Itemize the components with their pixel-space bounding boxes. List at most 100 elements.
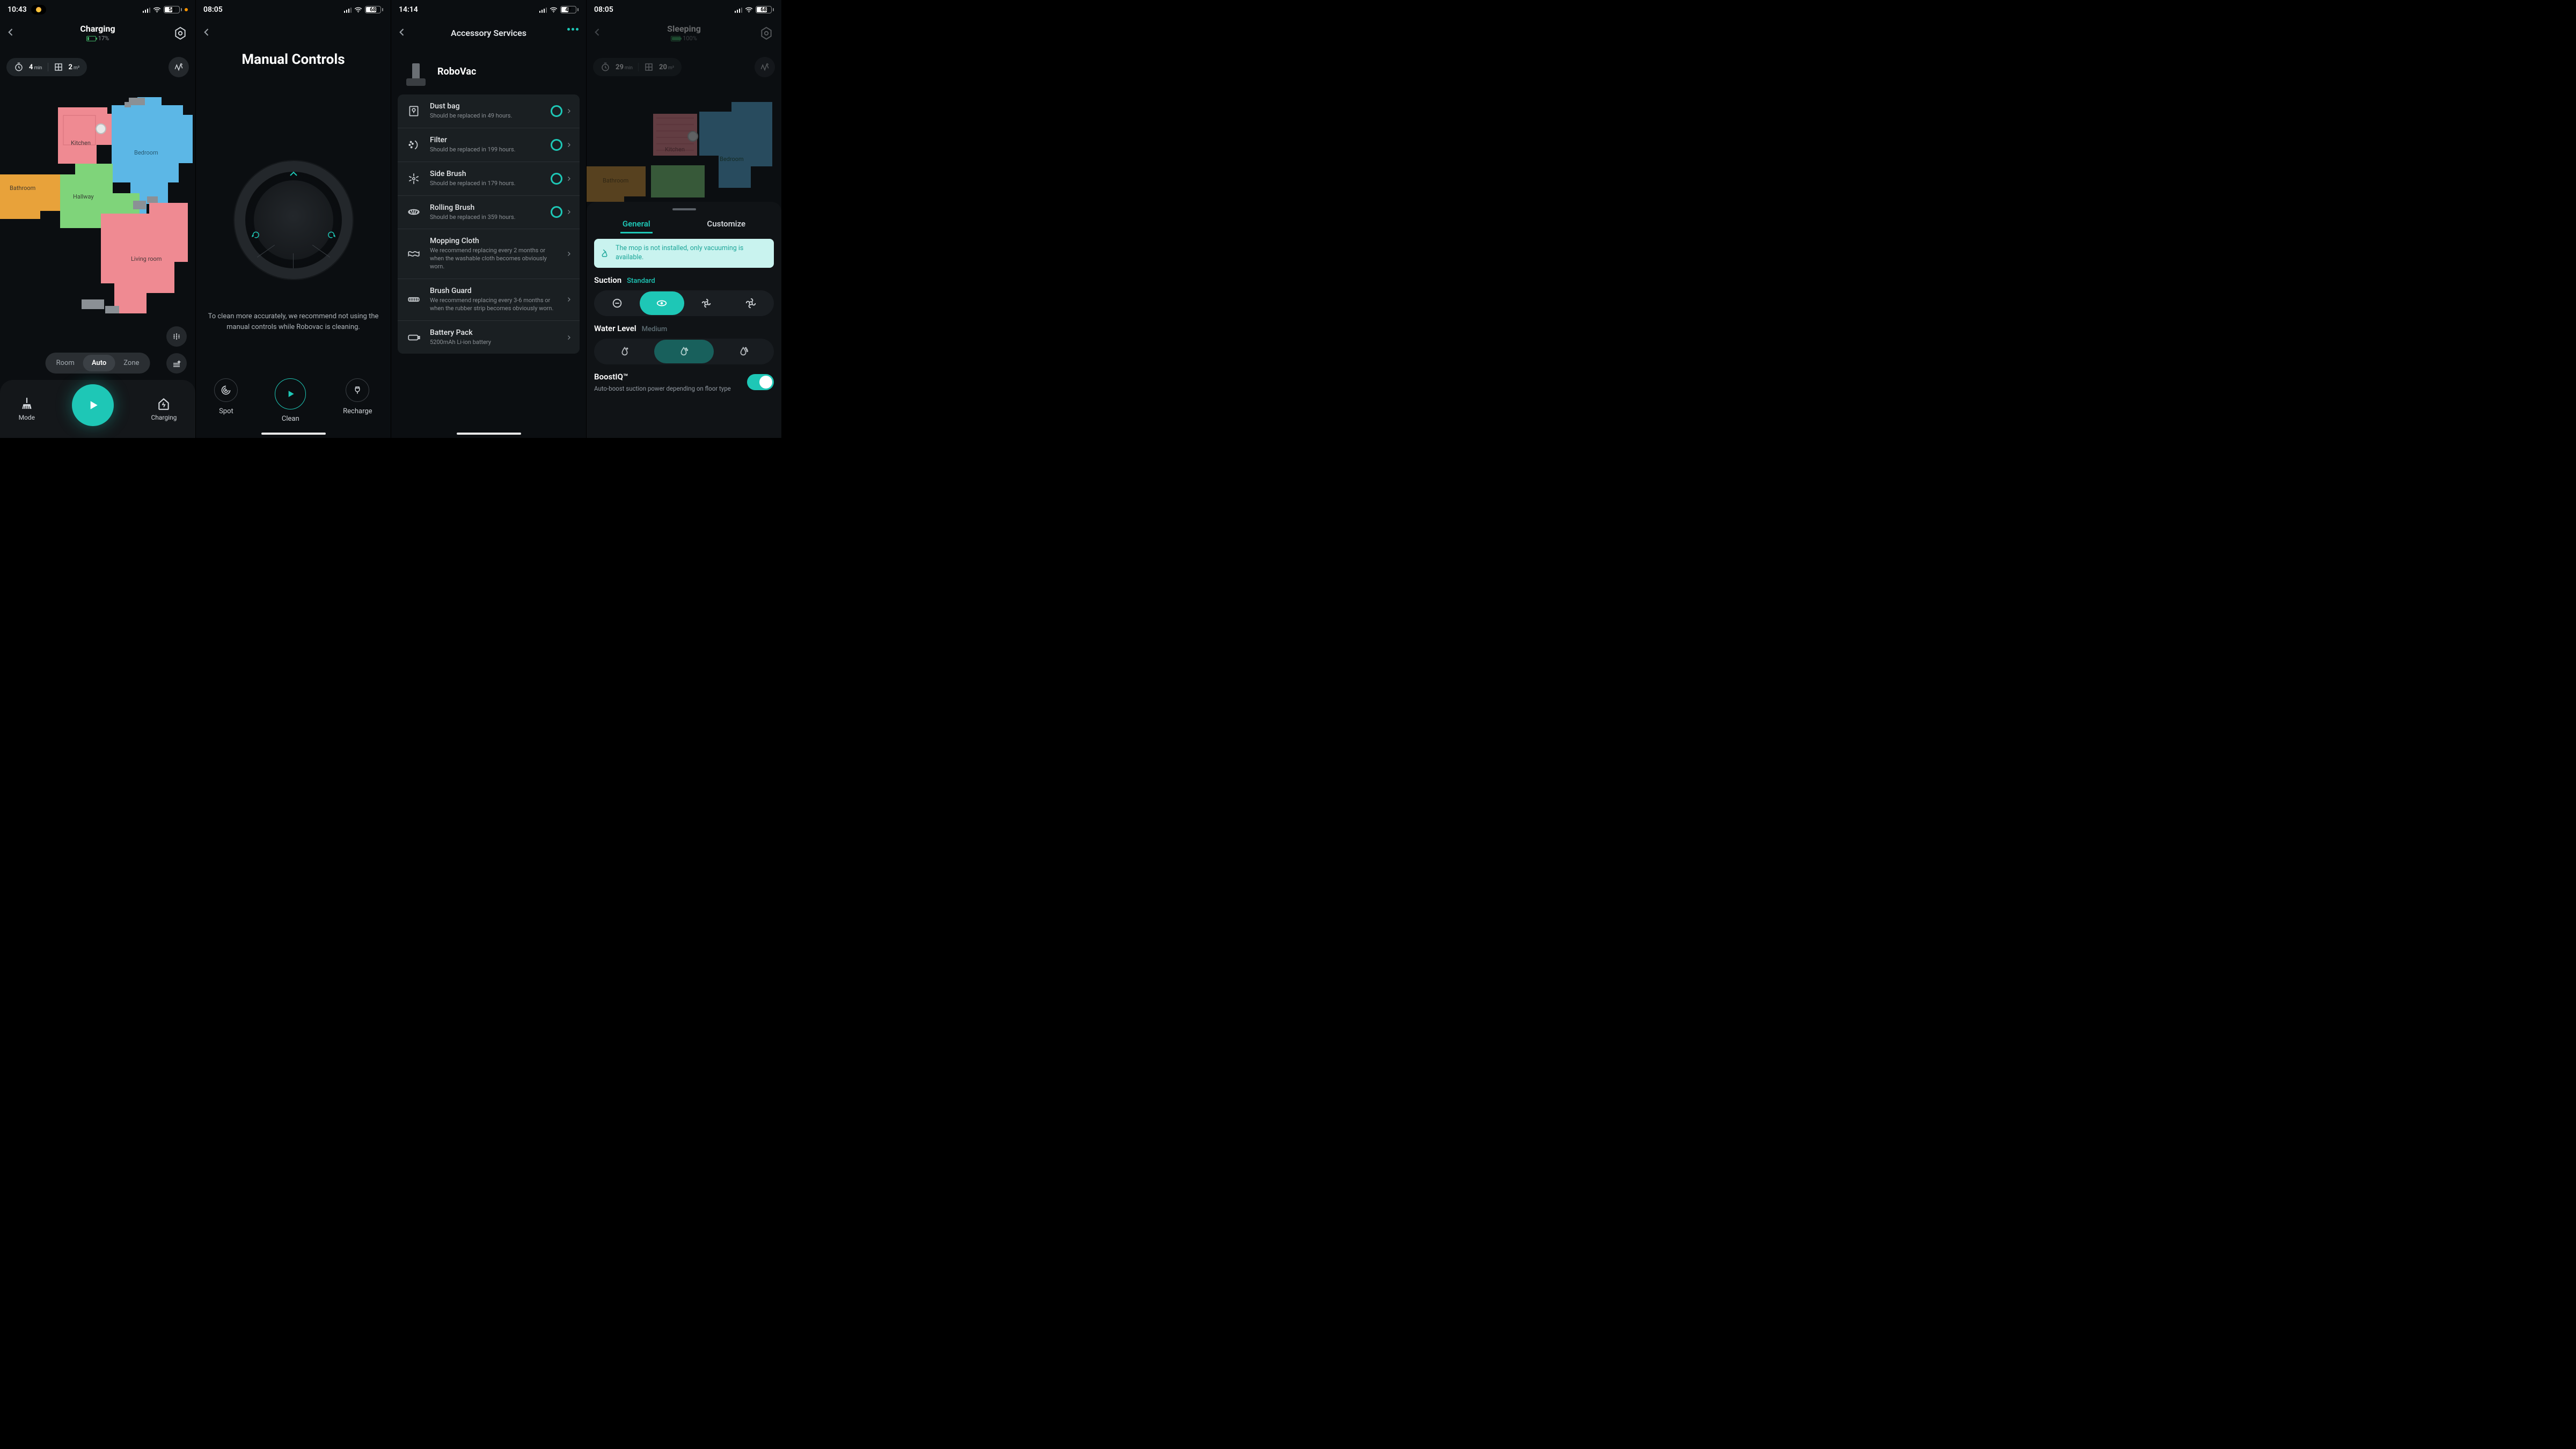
back-button[interactable] [397,27,407,40]
mode-room[interactable]: Room [48,355,83,371]
device-image-icon [404,57,428,86]
suction-turbo[interactable] [684,291,729,315]
charging-button[interactable]: Charging [151,397,177,421]
chevron-right-icon [566,108,572,114]
map-edit-button[interactable] [169,57,189,77]
home-indicator [457,433,521,435]
device-battery-sub: 100% [671,35,697,42]
status-bar: 08:05 68 [587,0,781,19]
smart-clean-button[interactable] [166,353,187,374]
mic-active-dot-icon [185,8,188,11]
status-ring-icon [551,139,562,151]
device-status-title: Charging [80,24,115,34]
accessory-item-side-brush[interactable]: Side BrushShould be replaced in 179 hour… [398,162,580,196]
wifi-icon [354,7,362,13]
back-button[interactable] [592,27,603,40]
water-medium[interactable] [654,340,713,363]
spot-button[interactable]: Spot [214,378,238,423]
mop-icon [601,248,610,258]
suction-standard[interactable] [640,291,684,315]
wifi-icon [153,7,161,13]
accessory-item-battery-pack[interactable]: Battery Pack5200mAh Li-ion battery [398,321,580,354]
floor-map-dim: Kitchen Bedroom Bathroom [587,86,781,209]
water-value: Medium [642,325,668,333]
more-button[interactable] [567,28,579,31]
sheet-tabs: General Customize [594,216,774,233]
bottom-bar: Mode Charging [0,380,195,438]
status-bar: 08:05 68 [196,0,391,19]
last-clean-stats: 4min 2m² [6,58,87,76]
mode-zone[interactable]: Zone [115,355,148,371]
room-label-kitchen: Kitchen [71,140,91,147]
floor-map[interactable]: Kitchen Bedroom Bathroom Hallway Living … [0,86,195,317]
voice-button[interactable] [166,326,187,347]
cellular-icon [143,7,151,13]
device-header: RoboVac [391,46,586,91]
timer-icon [601,62,610,72]
screen-accessory-services: 14:14 47 Accessory Services RoboVac Dust… [391,0,586,438]
room-label-kitchen: Kitchen [665,146,685,153]
device-name-label: RoboVac [437,66,476,77]
clock: 08:05 [594,5,613,14]
status-ring-icon [551,105,562,117]
accessory-item-rolling-brush[interactable]: Rolling BrushShould be replaced in 359 h… [398,196,580,230]
direction-pad[interactable] [235,161,353,279]
home-indicator [261,433,326,435]
dpad-rotate-right[interactable] [327,230,336,241]
sheet-grabber[interactable] [672,208,696,210]
clean-button[interactable]: Clean [275,378,306,423]
water-label: Water LevelMedium [594,324,774,333]
battery-mini-icon [86,36,96,41]
room-label-bathroom: Bathroom [603,177,628,184]
boostiq-toggle[interactable] [747,374,774,390]
mode-auto[interactable]: Auto [83,355,115,371]
suction-selector [594,290,774,316]
status-ring-icon [551,206,562,218]
suction-max[interactable] [728,291,773,315]
brush-icon [20,397,34,411]
timer-icon [14,62,24,72]
settings-button[interactable] [758,25,775,42]
accessory-item-dust-bag[interactable]: Dust bagShould be replaced in 49 hours. [398,94,580,128]
accessory-item-filter[interactable]: FilterShould be replaced in 199 hours. [398,128,580,162]
wifi-icon [745,7,753,13]
clock: 10:43 [8,5,27,14]
cellular-icon [539,7,547,13]
dock-icon [687,131,698,142]
screen-manual-controls: 08:05 68 Manual Controls To c [195,0,391,438]
battery-pack-icon [405,329,422,346]
settings-button[interactable] [172,25,189,42]
device-status-title: Sleeping [667,24,701,34]
tab-customize[interactable]: Customize [705,216,748,233]
page-title: Manual Controls [196,52,391,68]
start-clean-button[interactable] [72,384,114,426]
battery-mini-icon [671,36,680,41]
accessory-item-mopping-cloth[interactable]: Mopping ClothWe recommend replacing ever… [398,229,580,279]
water-low[interactable] [595,340,654,363]
dust-bag-icon [405,103,422,120]
chevron-right-icon [566,142,572,148]
suction-quiet[interactable] [595,291,640,315]
chevron-right-icon [566,175,572,182]
settings-sheet: General Customize The mop is not install… [587,202,781,438]
tab-general[interactable]: General [620,216,653,233]
status-bar: 10:43 50 [0,0,195,19]
water-high[interactable] [714,340,773,363]
back-button[interactable] [201,27,212,40]
back-button[interactable] [5,27,16,40]
siri-pill [31,5,46,14]
water-selector [594,339,774,364]
mode-button[interactable]: Mode [19,397,35,421]
accessory-item-brush-guard[interactable]: Brush GuardWe recommend replacing every … [398,279,580,321]
map-edit-button[interactable] [755,57,775,77]
last-clean-stats: 29min 20m² [593,58,682,76]
dpad-rotate-left[interactable] [251,230,260,241]
recharge-button[interactable]: Recharge [343,378,372,423]
battery-indicator: 47 [560,6,579,13]
manual-hint-text: To clean more accurately, we recommend n… [207,311,380,332]
room-label-hallway: Hallway [73,193,94,200]
status-bar: 14:14 47 [391,0,586,19]
page-title: Accessory Services [451,28,526,38]
dpad-up[interactable] [289,171,298,179]
status-ring-icon [551,173,562,185]
